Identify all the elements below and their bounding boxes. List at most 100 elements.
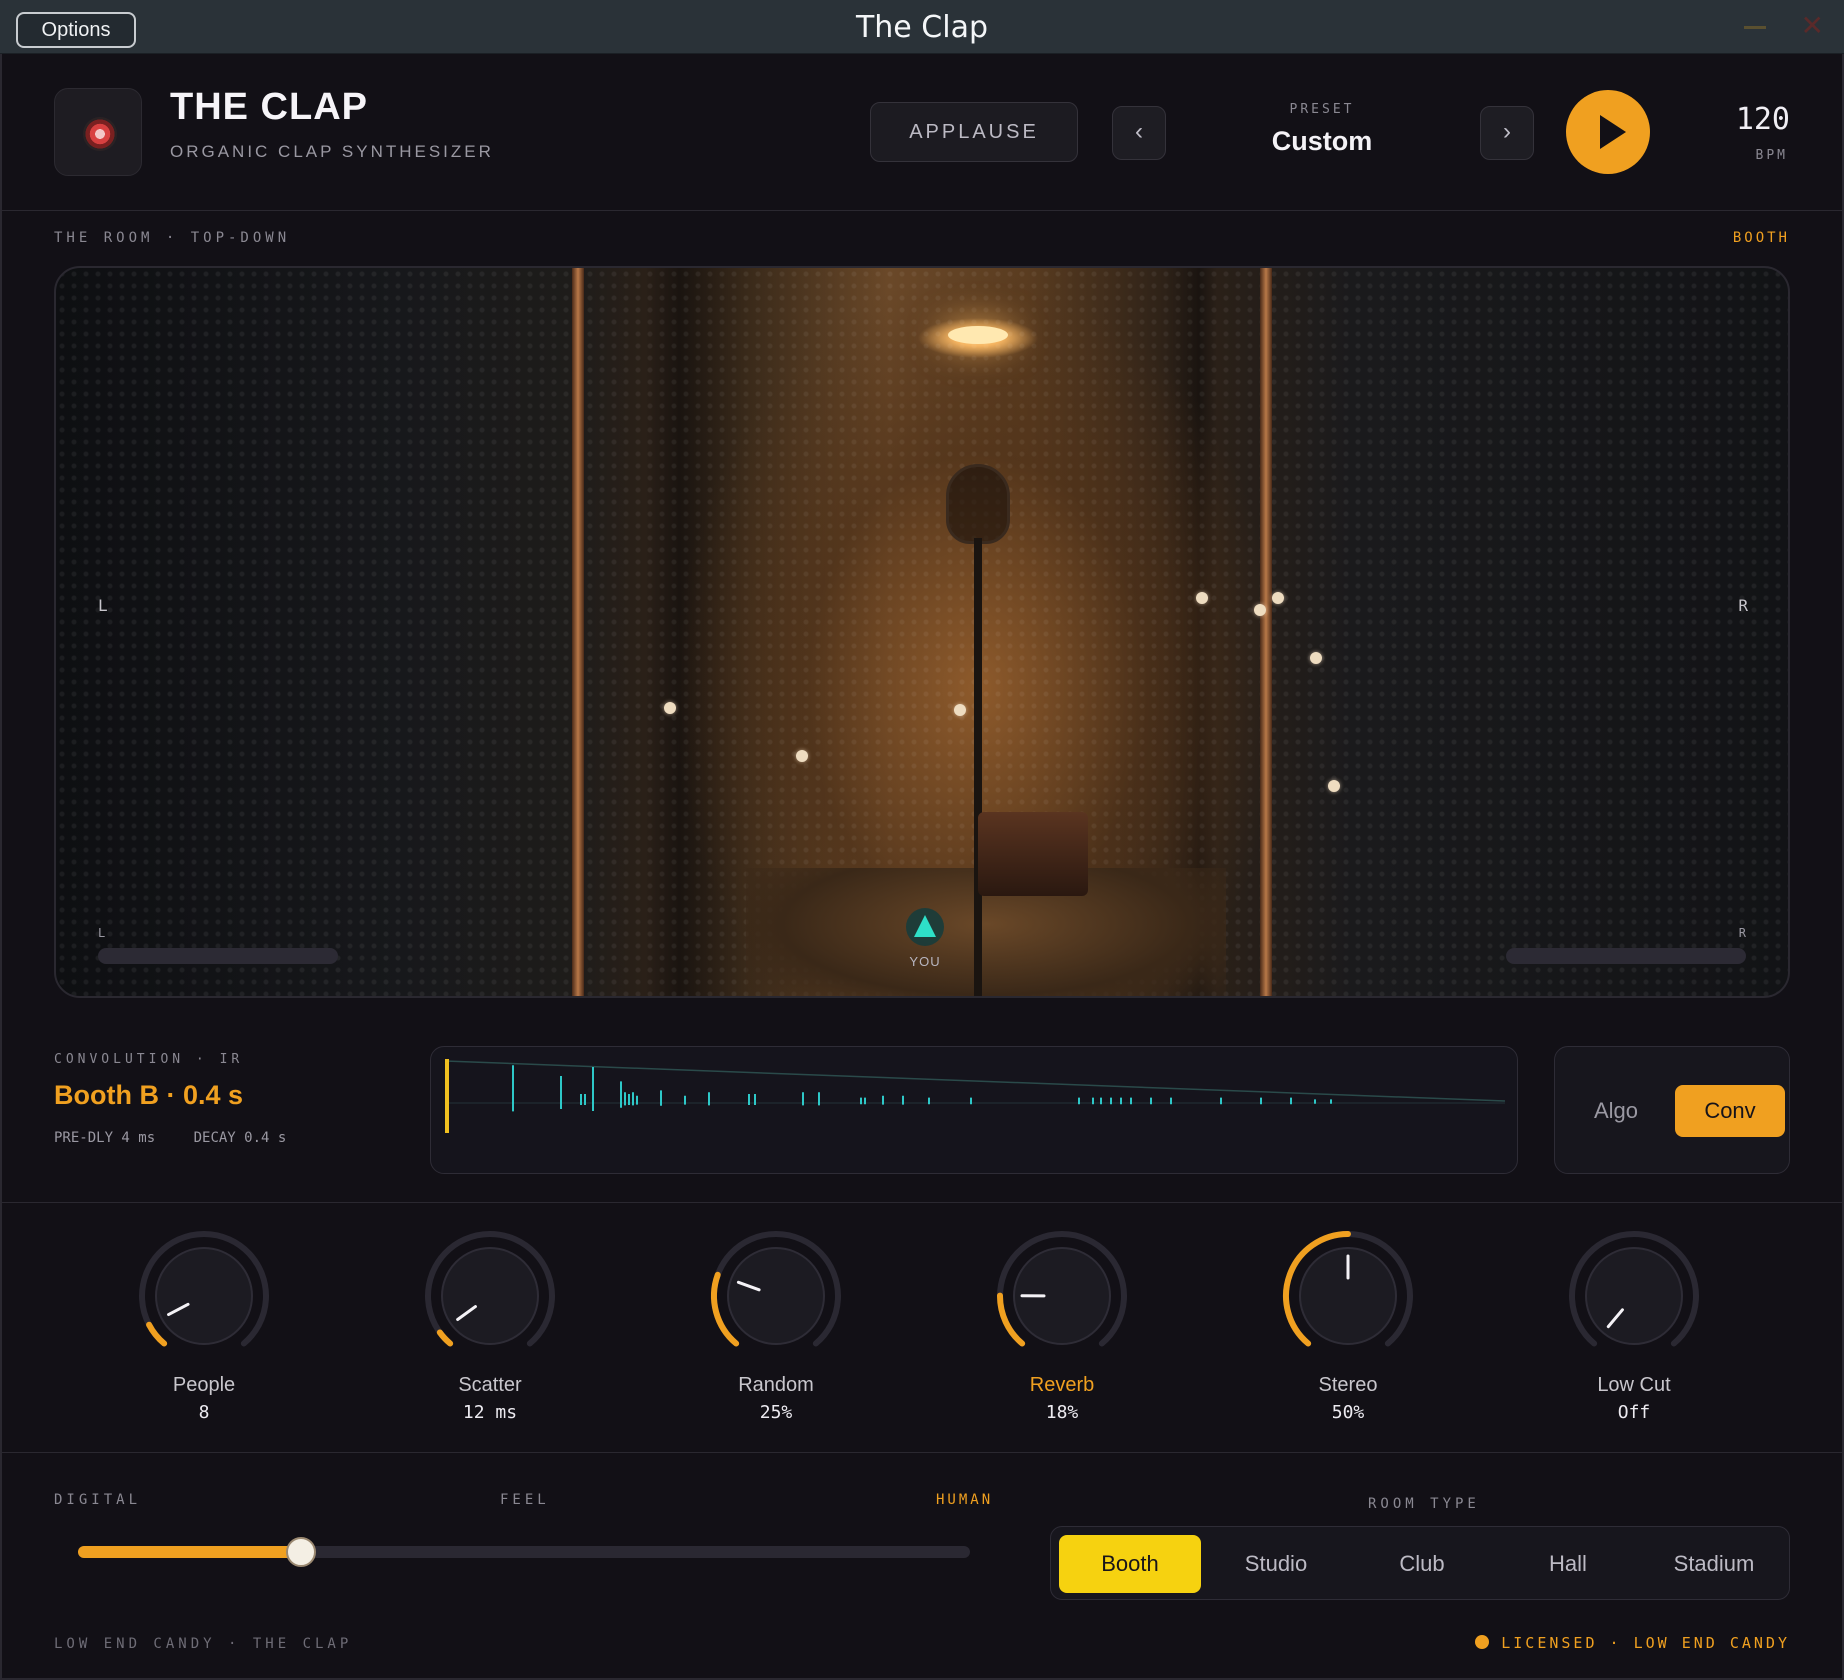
feel-title: FEEL [500,1492,550,1508]
play-button[interactable] [1566,90,1650,174]
stereo-dial[interactable] [1278,1226,1418,1366]
knob-value: 18% [1045,1402,1079,1423]
footer-brand: LOW END CANDY · THE CLAP [54,1636,353,1652]
feel-slider[interactable] [78,1537,970,1567]
random-dial[interactable] [706,1226,846,1366]
stool [978,812,1088,896]
room-type-hall[interactable]: Hall [1497,1535,1639,1593]
feel-right-label: HUMAN [936,1492,994,1508]
right-level-meter [1506,948,1746,964]
decay-readout: DECAY 0.4 s [193,1130,287,1146]
reverb-dial[interactable] [992,1226,1132,1366]
knob-body[interactable] [1585,1247,1683,1345]
knob-value: 12 ms [462,1402,518,1423]
knob-value-arc [436,1329,454,1347]
low-cut-dial[interactable] [1564,1226,1704,1366]
ir-name: Booth B · 0.4 s [54,1080,244,1110]
knob-label: Stereo [1318,1374,1378,1396]
knob-label: Random [738,1374,814,1396]
ir-waveform [444,1059,1506,1133]
ir-waveform-display [430,1046,1518,1174]
mode-conv-button[interactable]: Conv [1675,1085,1785,1137]
bpm-value[interactable]: 120 [1736,102,1790,137]
left-level-meter [98,948,338,964]
mode-algo-button[interactable]: Algo [1561,1085,1671,1137]
room-section-label: THE ROOM · TOP-DOWN [54,230,291,246]
knob-scatter[interactable]: Scatter 12 ms [410,1226,570,1426]
pre-delay-readout: PRE-DLY 4 ms [54,1130,156,1146]
knob-people[interactable]: People 8 [124,1226,284,1426]
plugin-subtitle: ORGANIC CLAP SYNTHESIZER [170,142,494,161]
ir-envelope [444,1060,1506,1102]
scatter-dial[interactable] [420,1226,560,1366]
license-text: LICENSED · LOW END CANDY [1501,1634,1790,1652]
knob-body[interactable] [441,1247,539,1345]
knob-random[interactable]: Random 25% [696,1226,856,1426]
feel-slider-thumb[interactable] [286,1537,316,1567]
clapper-dot[interactable] [1310,652,1322,664]
clapper-dot[interactable] [796,750,808,762]
mic-stand [974,538,982,996]
right-wall-pillar [1260,268,1272,996]
bpm-label: BPM [1755,148,1788,163]
listener-marker[interactable] [906,908,944,946]
knob-label: Low Cut [1597,1374,1671,1396]
license-status: LICENSED · LOW END CANDY [1475,1634,1790,1652]
convolution-section-label: CONVOLUTION · IR [54,1052,244,1067]
window-title: The Clap [855,10,989,45]
clap-logo-icon [78,112,122,156]
ir-params: PRE-DLY 4 ms DECAY 0.4 s [54,1130,316,1146]
room-type-booth[interactable]: Booth [1059,1535,1201,1593]
feel-left-label: DIGITAL [54,1492,142,1508]
divider [2,210,1842,211]
room-type-studio[interactable]: Studio [1205,1535,1347,1593]
knob-reverb[interactable]: Reverb 18% [982,1226,1142,1426]
reverb-mode-toggle: Algo Conv [1554,1046,1790,1174]
knob-low-cut[interactable]: Low Cut Off [1554,1226,1714,1426]
preset-name[interactable]: Custom [1222,126,1422,157]
microphone [946,464,1010,544]
divider [2,1202,1842,1203]
left-meter-label: L [98,926,106,940]
knob-value: 8 [198,1402,210,1423]
room-type-stadium[interactable]: Stadium [1643,1535,1785,1593]
listener-label: YOU [909,954,941,969]
knob-label: Scatter [458,1374,522,1396]
ceiling-lamp [948,326,1008,344]
next-preset-button[interactable]: › [1480,106,1534,160]
app-logo [54,88,142,176]
left-channel-label: L [98,596,108,615]
previous-preset-button[interactable]: ‹ [1112,106,1166,160]
left-wall-pillar [572,268,584,996]
plugin-title: THE CLAP [170,86,368,128]
room-type-selector: Booth Studio Club Hall Stadium [1050,1526,1790,1600]
title-bar: Options The Clap ✕ [0,0,1844,54]
clapper-dot[interactable] [954,704,966,716]
close-icon[interactable]: ✕ [1801,12,1824,40]
knob-body[interactable] [727,1247,825,1345]
knob-value: Off [1617,1402,1651,1423]
clapper-dot[interactable] [1328,780,1340,792]
knob-stereo[interactable]: Stereo 50% [1268,1226,1428,1426]
knob-label: Reverb [1029,1374,1095,1396]
knob-value: 25% [759,1402,793,1423]
knob-value: 50% [1331,1402,1365,1423]
room-view[interactable]: L R L R YOU [54,266,1790,998]
divider [2,1452,1842,1453]
people-dial[interactable] [134,1226,274,1366]
clapper-dot[interactable] [1272,592,1284,604]
right-channel-label: R [1738,596,1748,615]
preset-label: PRESET [1289,102,1355,117]
license-status-icon [1475,1635,1490,1649]
room-type-indicator: BOOTH [1732,230,1790,246]
room-type-club[interactable]: Club [1351,1535,1493,1593]
room-type-label: ROOM TYPE [1368,1496,1480,1512]
clapper-dot[interactable] [664,702,676,714]
knob-body[interactable] [155,1247,253,1345]
clapper-dot[interactable] [1196,592,1208,604]
feel-slider-fill [78,1546,301,1558]
knob-label: People [172,1374,236,1396]
minimize-icon[interactable] [1744,26,1766,29]
clapper-dot[interactable] [1254,604,1266,616]
preset-category-button[interactable]: APPLAUSE [870,102,1078,162]
